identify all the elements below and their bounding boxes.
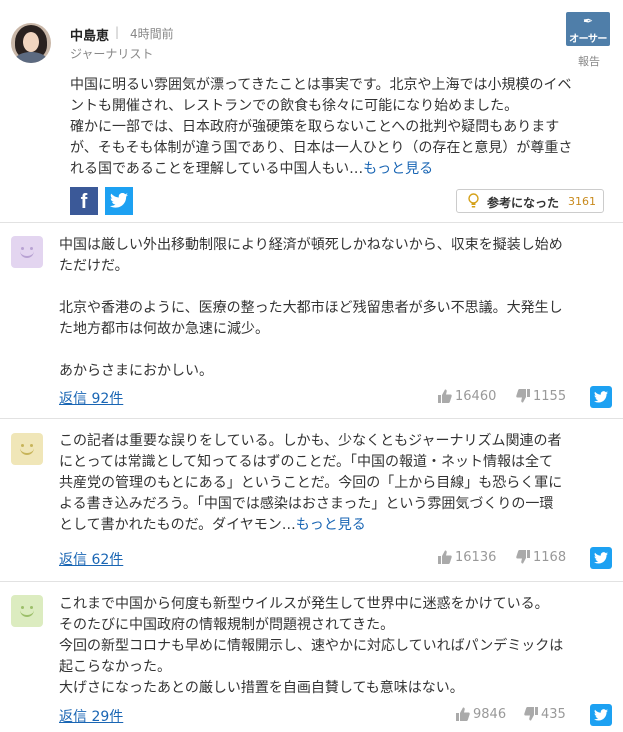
vote-group: 16460 1155 [438, 389, 578, 409]
like-count: 16460 [455, 389, 497, 404]
twitter-icon [594, 709, 608, 721]
helpful-count: 3161 [568, 195, 596, 208]
thumbs-up-icon [438, 389, 452, 403]
thumbs-up-icon [456, 707, 470, 721]
comment-text: 中国は厳しい外出移動制限により経済が頓死しかねないから、収束を擬装し始め ただけ… [59, 237, 563, 379]
like-count: 16136 [455, 550, 497, 565]
thumbs-up-icon [438, 550, 452, 564]
twitter-share-button[interactable] [105, 187, 133, 215]
twitter-share-button[interactable] [590, 386, 612, 408]
thumbs-down-icon [516, 550, 530, 564]
author-name[interactable]: 中島恵 [70, 25, 109, 44]
show-more-link[interactable]: もっと見る [296, 517, 366, 533]
lightbulb-icon [468, 193, 479, 208]
dislike-button[interactable]: 1168 [516, 550, 566, 565]
helpful-button[interactable]: 参考になった 3161 [456, 189, 604, 213]
author-comment: 中島恵 | 4時間前 ジャーナリスト ✒ オーサー 報告 中国に明るい雰囲気が漂… [0, 0, 623, 222]
reply-link[interactable]: 返信 92件 [59, 388, 123, 408]
like-count: 9846 [473, 707, 507, 722]
like-button[interactable]: 9846 [456, 707, 506, 722]
facebook-icon: f [80, 191, 88, 213]
show-more-link[interactable]: もっと見る [363, 161, 433, 177]
helpful-label: 参考になった [487, 196, 560, 210]
twitter-share-button[interactable] [590, 704, 612, 726]
thumbs-down-icon [516, 389, 530, 403]
dislike-count: 435 [541, 707, 566, 722]
author-timestamp: 4時間前 [130, 27, 174, 41]
author-badge: ✒ オーサー [566, 12, 610, 46]
author-comment-text: 中国に明るい雰囲気が漂ってきたことは事実です。北京や上海では小規模のイベ ントも… [70, 77, 573, 177]
dislike-count: 1155 [533, 389, 567, 404]
reply-link[interactable]: 返信 29件 [59, 706, 123, 726]
user-avatar-smiley-icon [11, 595, 43, 627]
comment-item: この記者は重要な誤りをしている。しかも、少なくともジャーナリズム関連の者 にとっ… [0, 418, 623, 581]
user-avatar-smiley-icon [11, 236, 43, 268]
user-avatar-smiley-icon [11, 433, 43, 465]
comment-text: これまで中国から何度も新型ウイルスが発生して世界中に迷惑をかけている。 そのたび… [59, 596, 564, 696]
vote-group: 9846 435 [456, 707, 578, 727]
author-avatar[interactable] [11, 23, 51, 63]
thumbs-down-icon [524, 707, 538, 721]
twitter-icon [594, 391, 608, 403]
author-badge-label: オーサー [569, 34, 607, 45]
vote-group: 16136 1168 [438, 550, 578, 570]
twitter-icon [594, 552, 608, 564]
dislike-button[interactable]: 435 [524, 707, 566, 722]
reply-link[interactable]: 返信 62件 [59, 549, 123, 569]
twitter-share-button[interactable] [590, 547, 612, 569]
comment-item: これまで中国から何度も新型ウイルスが発生して世界中に迷惑をかけている。 そのたび… [0, 581, 623, 732]
report-link[interactable]: 報告 [578, 53, 600, 69]
comment-text: この記者は重要な誤りをしている。しかも、少なくともジャーナリズム関連の者 にとっ… [59, 433, 563, 533]
comment-item: 中国は厳しい外出移動制限により経済が頓死しかねないから、収束を擬装し始め ただけ… [0, 222, 623, 418]
like-button[interactable]: 16136 [438, 550, 496, 565]
like-button[interactable]: 16460 [438, 389, 496, 404]
dislike-count: 1168 [533, 550, 567, 565]
dislike-button[interactable]: 1155 [516, 389, 566, 404]
author-role: ジャーナリスト [70, 47, 154, 61]
author-separator: | [115, 25, 120, 39]
facebook-share-button[interactable]: f [70, 187, 98, 215]
pen-icon: ✒ [583, 14, 594, 28]
twitter-icon [110, 193, 128, 208]
